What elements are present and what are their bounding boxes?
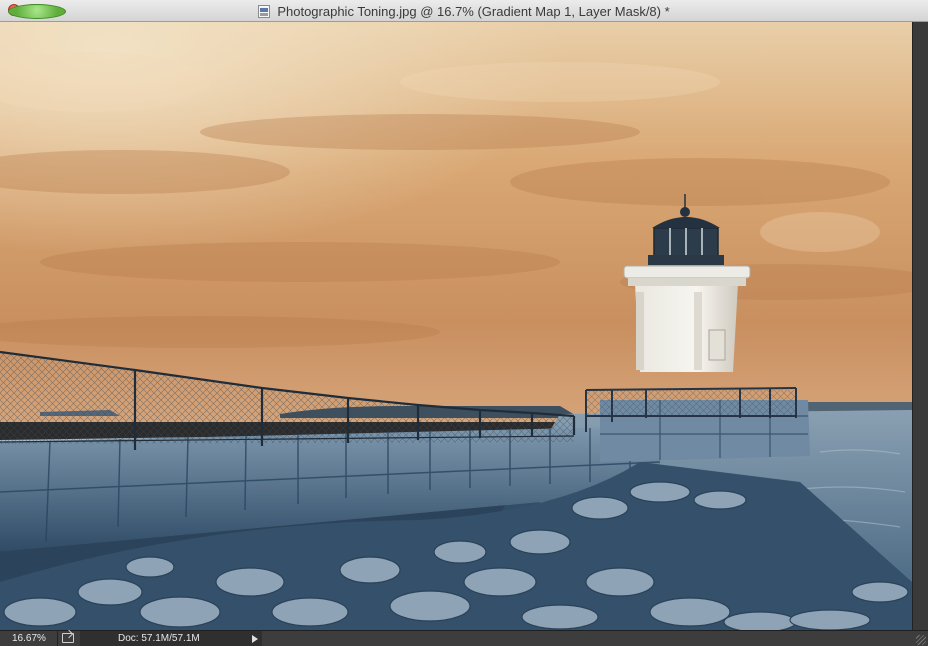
- window-titlebar: Photographic Toning.jpg @ 16.7% (Gradien…: [0, 0, 928, 22]
- document-info[interactable]: Doc: 57.1M/57.1M: [80, 631, 262, 646]
- share-icon[interactable]: [62, 633, 74, 643]
- zoom-level: 16.67%: [12, 633, 46, 644]
- status-bar: 16.67% Doc: 57.1M/57.1M: [0, 630, 928, 646]
- toned-photo[interactable]: [0, 22, 912, 630]
- zoom-level-field[interactable]: 16.67%: [0, 631, 58, 646]
- vertical-scroll-area[interactable]: [912, 22, 928, 630]
- resize-grip-icon[interactable]: [916, 635, 926, 645]
- window-title-area: Photographic Toning.jpg @ 16.7% (Gradien…: [0, 0, 928, 22]
- document-size: Doc: 57.1M/57.1M: [118, 633, 200, 644]
- play-arrow-icon[interactable]: [252, 635, 258, 643]
- document-canvas[interactable]: [0, 22, 912, 630]
- document-icon: [258, 4, 271, 18]
- window-title: Photographic Toning.jpg @ 16.7% (Gradien…: [277, 3, 670, 19]
